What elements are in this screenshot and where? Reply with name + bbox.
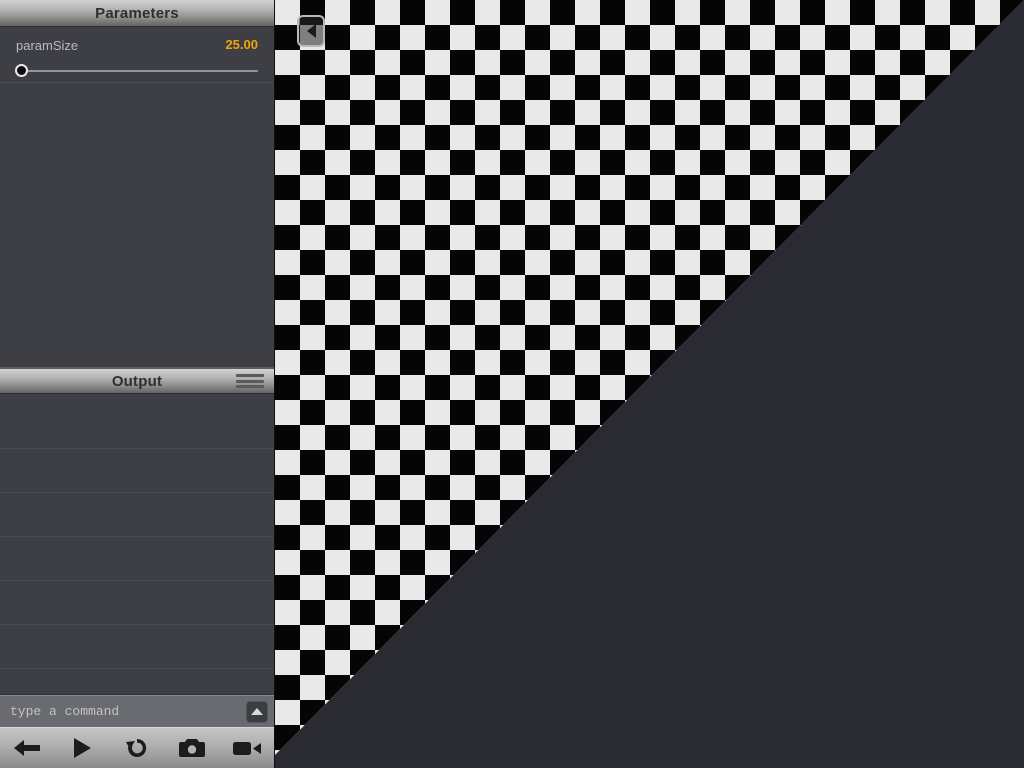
app-root: Parameters paramSize 25.00 Output bbox=[0, 0, 1024, 768]
caret-up-icon bbox=[251, 708, 263, 715]
caret-left-icon bbox=[306, 24, 316, 38]
slider-track bbox=[16, 70, 258, 72]
sidebar: Parameters paramSize 25.00 Output bbox=[0, 0, 275, 768]
collapse-sidebar-button[interactable] bbox=[297, 15, 325, 47]
play-triangle-icon bbox=[70, 737, 94, 759]
hamburger-line bbox=[236, 385, 264, 388]
parameters-panel-title: Parameters bbox=[95, 4, 179, 22]
step-back-button[interactable] bbox=[5, 731, 49, 765]
slider-knob[interactable] bbox=[14, 64, 28, 77]
checkerboard-region bbox=[275, 0, 1024, 755]
output-row bbox=[0, 493, 274, 537]
loop-arrow-icon bbox=[124, 736, 150, 760]
output-panel-title: Output bbox=[111, 372, 163, 390]
output-row bbox=[0, 669, 274, 694]
output-row bbox=[0, 394, 274, 449]
record-button[interactable] bbox=[225, 731, 269, 765]
play-button[interactable] bbox=[60, 731, 104, 765]
command-submit-button[interactable] bbox=[246, 700, 268, 723]
parameter-slider[interactable] bbox=[14, 64, 258, 78]
parameters-panel-body: paramSize 25.00 bbox=[0, 27, 274, 367]
output-row bbox=[0, 537, 274, 581]
render-viewport[interactable] bbox=[275, 0, 1024, 768]
output-row bbox=[0, 625, 274, 669]
hamburger-line bbox=[236, 379, 264, 383]
parameters-panel-header[interactable]: Parameters bbox=[0, 0, 274, 27]
output-row bbox=[0, 581, 274, 625]
parameter-row[interactable]: paramSize 25.00 bbox=[0, 27, 274, 83]
playback-toolbar bbox=[0, 727, 274, 768]
camera-icon bbox=[178, 737, 206, 759]
hamburger-menu-icon[interactable] bbox=[236, 374, 264, 388]
command-input[interactable] bbox=[0, 696, 246, 727]
output-panel-header[interactable]: Output bbox=[0, 367, 274, 394]
output-panel-body[interactable] bbox=[0, 394, 274, 695]
parameter-value: 25.00 bbox=[225, 37, 258, 52]
arrow-left-icon bbox=[12, 738, 42, 758]
reset-button[interactable] bbox=[115, 731, 159, 765]
hamburger-line bbox=[236, 374, 264, 377]
parameter-label: paramSize bbox=[16, 38, 79, 53]
output-row bbox=[0, 449, 274, 493]
video-camera-icon bbox=[232, 738, 262, 758]
command-bar bbox=[0, 695, 274, 727]
screenshot-button[interactable] bbox=[170, 731, 214, 765]
checkerboard-pattern bbox=[275, 0, 1024, 755]
